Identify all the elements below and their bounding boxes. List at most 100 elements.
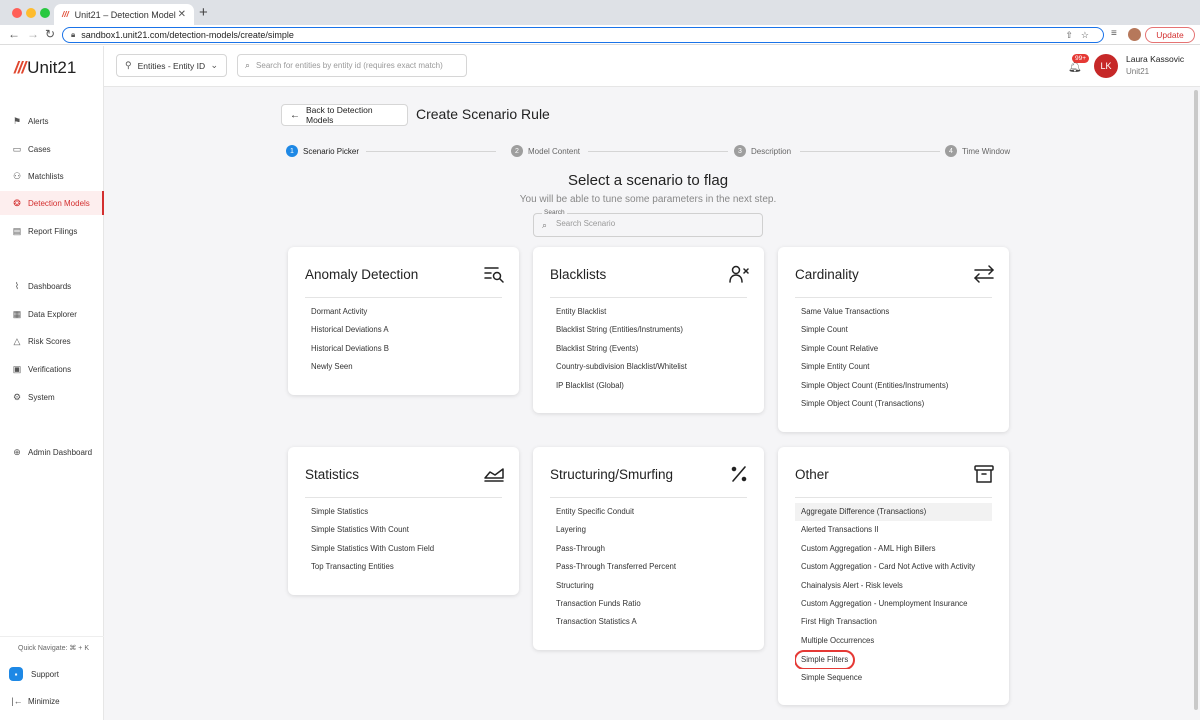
maximize-window-button[interactable] <box>40 8 50 18</box>
briefcase-icon: ▭ <box>12 143 22 154</box>
step-number: 4 <box>945 145 957 157</box>
scenario-item[interactable]: Layering <box>550 521 747 539</box>
scenario-item[interactable]: Simple Entity Count <box>795 358 992 376</box>
search-icon: ⌕ <box>245 60 251 70</box>
scenario-list: Aggregate Difference (Transactions) Aler… <box>795 503 992 687</box>
entity-type-select[interactable]: ⚲ Entities - Entity ID ⌄ <box>116 54 227 77</box>
scenario-item[interactable]: Country-subdivision Blacklist/Whitelist <box>550 358 747 376</box>
scenario-item[interactable]: Newly Seen <box>305 358 502 376</box>
scenario-item[interactable]: Simple Statistics <box>305 503 502 521</box>
scenario-search-input[interactable] <box>556 219 756 228</box>
scenario-item[interactable]: Top Transacting Entities <box>305 558 502 576</box>
scenario-item[interactable]: Entity Specific Conduit <box>550 503 747 521</box>
sidebar-item-dashboards[interactable]: ⌇ Dashboards <box>0 274 104 298</box>
scenario-item[interactable]: Simple Object Count (Transactions) <box>795 395 992 413</box>
scenario-item[interactable]: Entity Blacklist <box>550 303 747 321</box>
sidebar-item-data-explorer[interactable]: ▦ Data Explorer <box>0 302 104 326</box>
tab-close-icon[interactable]: ✕ <box>178 9 186 20</box>
scenario-item[interactable]: IP Blacklist (Global) <box>550 377 747 395</box>
step-time-window[interactable]: 4 Time Window <box>945 145 1010 157</box>
sidebar-item-risk-scores[interactable]: △ Risk Scores <box>0 329 104 353</box>
step-model-content[interactable]: 2 Model Content <box>511 145 580 157</box>
scenario-item[interactable]: Pass-Through <box>550 540 747 558</box>
sidebar-item-system[interactable]: ⚙ System <box>0 385 104 409</box>
lock-icon: 🔒︎ <box>71 30 76 39</box>
card-divider <box>550 497 747 498</box>
scenario-item[interactable]: Structuring <box>550 577 747 595</box>
back-to-detection-models-button[interactable]: ← Back to Detection Models <box>281 104 408 126</box>
chevron-down-icon: ⌄ <box>210 60 218 70</box>
warning-icon: △ <box>13 335 21 346</box>
flag-icon: ⚑ <box>12 115 22 126</box>
browser-tab[interactable]: /// Unit21 – Detection Model ✕ <box>54 4 194 25</box>
step-scenario-picker[interactable]: 1 Scenario Picker <box>286 145 359 157</box>
scenario-item[interactable]: Simple Count Relative <box>795 340 992 358</box>
scenario-item[interactable]: Custom Aggregation - Card Not Active wit… <box>795 558 992 576</box>
entity-select-value: Entities - Entity ID <box>137 60 206 71</box>
share-bookmark-icons[interactable]: ⇧☆ <box>1065 30 1097 41</box>
browser-update-button[interactable]: Update <box>1145 27 1195 43</box>
scenario-item[interactable]: Same Value Transactions <box>795 303 992 321</box>
chat-icon: ▪ <box>9 667 23 681</box>
step-description[interactable]: 3 Description <box>734 145 791 157</box>
reload-icon[interactable]: ↻ <box>45 27 55 41</box>
scenario-item[interactable]: Historical Deviations B <box>305 340 502 358</box>
scenario-item[interactable]: Simple Statistics With Custom Field <box>305 540 502 558</box>
minimize-window-button[interactable] <box>26 8 36 18</box>
scenario-item[interactable]: Blacklist String (Entities/Instruments) <box>550 321 747 339</box>
scenario-item[interactable]: Custom Aggregation - Unemployment Insura… <box>795 595 992 613</box>
scenario-item[interactable]: Dormant Activity <box>305 303 502 321</box>
forward-arrow-icon[interactable]: → <box>27 27 39 41</box>
close-window-button[interactable] <box>12 8 22 18</box>
tab-title: Unit21 – Detection Model <box>74 9 176 20</box>
user-avatar[interactable]: LK <box>1094 54 1118 78</box>
page-scrollbar-thumb[interactable] <box>1194 90 1198 710</box>
url-text: sandbox1.unit21.com/detection-models/cre… <box>81 30 294 40</box>
scenario-item[interactable]: Simple Sequence <box>795 669 992 687</box>
scenario-item[interactable]: First High Transaction <box>795 613 992 631</box>
sidebar-item-label: Admin Dashboard <box>28 447 93 457</box>
sidebar-item-report-filings[interactable]: ▤ Report Filings <box>0 219 104 243</box>
sidebar: ///Unit21 ⚑ Alerts ▭ Cases ⚇ Matchlists … <box>0 46 104 720</box>
card-other: Other Aggregate Difference (Transactions… <box>778 447 1009 705</box>
scenario-item[interactable]: Custom Aggregation - AML High Billers <box>795 540 992 558</box>
scenario-item[interactable]: Simple Count <box>795 321 992 339</box>
sidebar-divider <box>0 636 104 637</box>
url-field[interactable]: 🔒︎ sandbox1.unit21.com/detection-models/… <box>62 27 1104 43</box>
quick-navigate-hint: Quick Navigate: ⌘ + K <box>18 645 90 652</box>
step-number: 1 <box>286 145 298 157</box>
sidebar-item-verifications[interactable]: ▣ Verifications <box>0 357 104 381</box>
scenario-item-simple-filters[interactable]: Simple Filters <box>795 650 992 669</box>
sidebar-item-cases[interactable]: ▭ Cases <box>0 137 104 161</box>
scenario-item[interactable]: Chainalysis Alert - Risk levels <box>795 577 992 595</box>
unit21-logo[interactable]: ///Unit21 <box>14 58 76 78</box>
reading-list-icon[interactable]: ≡ <box>1111 28 1117 39</box>
scenario-item[interactable]: Aggregate Difference (Transactions) <box>795 503 992 522</box>
new-tab-icon[interactable]: + <box>199 5 208 20</box>
scenario-item[interactable]: Transaction Statistics A <box>550 613 747 631</box>
scenario-list: Simple Statistics Simple Statistics With… <box>305 503 502 577</box>
scenario-item[interactable]: Simple Object Count (Entities/Instrument… <box>795 377 992 395</box>
back-arrow-icon[interactable]: ← <box>8 27 20 41</box>
sidebar-item-matchlists[interactable]: ⚇ Matchlists <box>0 164 104 188</box>
scenario-item[interactable]: Pass-Through Transferred Percent <box>550 558 747 576</box>
percent-icon <box>731 466 747 482</box>
scenario-item[interactable]: Simple Statistics With Count <box>305 521 502 539</box>
user-name: Laura Kassovic <box>1126 54 1185 64</box>
entity-search-input[interactable] <box>256 61 457 70</box>
scenario-item[interactable]: Multiple Occurrences <box>795 632 992 650</box>
sidebar-item-alerts[interactable]: ⚑ Alerts <box>0 109 104 133</box>
minimize-sidebar-button[interactable]: |← Minimize <box>0 689 104 713</box>
scenario-item[interactable]: Blacklist String (Events) <box>550 340 747 358</box>
support-button[interactable]: ▪ Support <box>0 662 104 686</box>
sidebar-item-admin-dashboard[interactable]: ⊕ Admin Dashboard <box>0 440 104 464</box>
scenario-item[interactable]: Alerted Transactions II <box>795 521 992 539</box>
id-card-icon: ▣ <box>12 363 22 374</box>
card-divider <box>795 497 992 498</box>
card-divider <box>305 297 502 298</box>
scenario-list: Entity Specific Conduit Layering Pass-Th… <box>550 503 747 632</box>
scenario-item[interactable]: Transaction Funds Ratio <box>550 595 747 613</box>
sidebar-item-detection-models[interactable]: ❂ Detection Models <box>0 191 104 215</box>
scenario-item[interactable]: Historical Deviations A <box>305 321 502 339</box>
browser-profile-avatar[interactable] <box>1128 28 1141 41</box>
